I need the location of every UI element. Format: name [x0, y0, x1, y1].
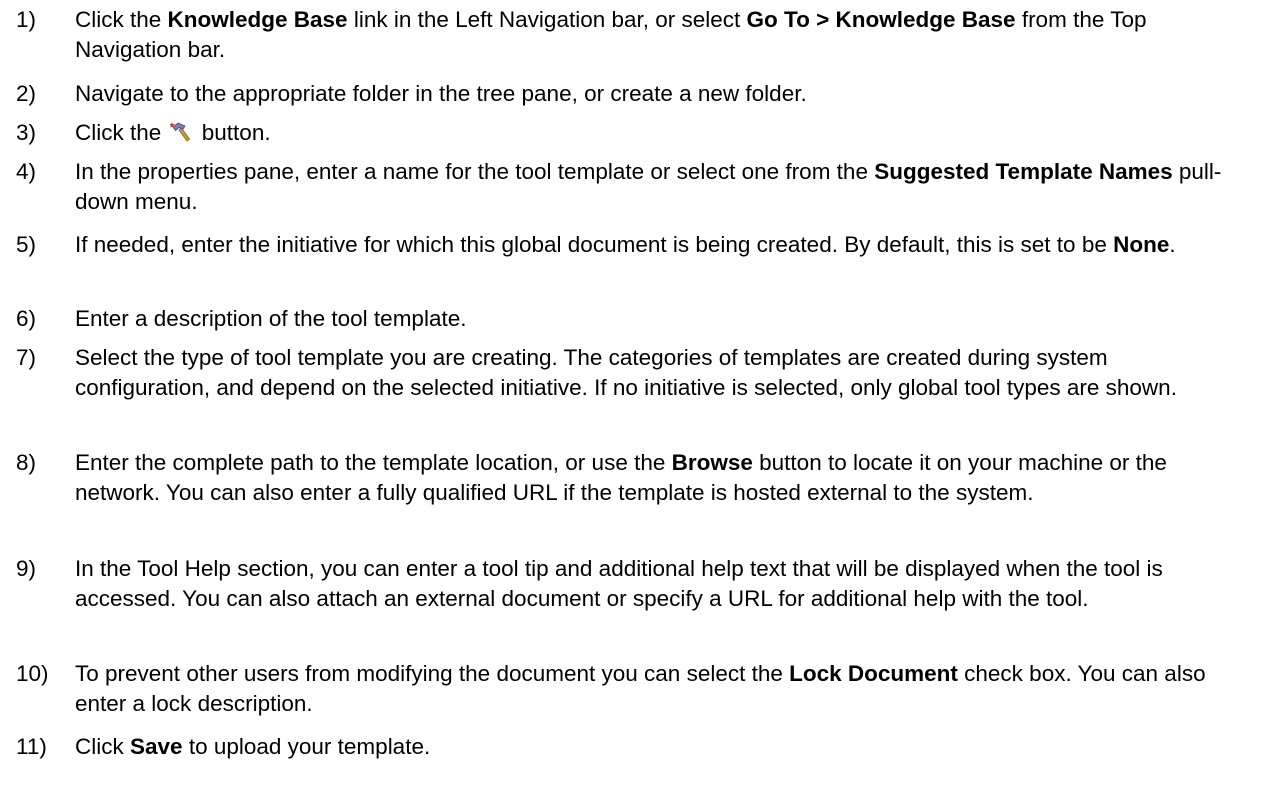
step-number: 10): [16, 661, 49, 686]
step-text: Click Save to upload your template.: [75, 732, 1245, 762]
step-number: 4): [16, 159, 37, 184]
step-text-part: Click the: [75, 7, 168, 32]
step-text-part: If needed, enter the initiative for whic…: [75, 232, 1114, 257]
step-number: 5): [16, 232, 37, 257]
step-text-part: Enter the complete path to the template …: [75, 450, 672, 475]
step-text-part: To prevent other users from modifying th…: [75, 661, 790, 686]
step-text: Click the button.: [75, 118, 1245, 148]
step-text: Navigate to the appropriate folder in th…: [75, 79, 1245, 109]
step-text: If needed, enter the initiative for whic…: [75, 230, 1245, 260]
step-text-part: button.: [195, 120, 271, 145]
hammer-handle: [177, 127, 190, 142]
step-number: 3): [16, 120, 37, 145]
step-number: 8): [16, 450, 37, 475]
step-text-part: Select the type of tool template you are…: [75, 345, 1177, 400]
step-text: Enter a description of the tool template…: [75, 304, 1245, 334]
step-text: Select the type of tool template you are…: [75, 343, 1245, 403]
step-text-part: Navigate to the appropriate folder in th…: [75, 81, 807, 106]
step-text-bold: Save: [130, 734, 183, 759]
step-text-part: to upload your template.: [182, 734, 431, 759]
step-number: 7): [16, 345, 37, 370]
step-number: 2): [16, 81, 37, 106]
step-text-bold: Go To > Knowledge Base: [746, 7, 1016, 32]
instruction-list: 1) Click the Knowledge Base link in the …: [0, 0, 1263, 792]
step-text-bold: Knowledge Base: [167, 7, 348, 32]
step-number: 11): [16, 734, 47, 759]
step-text-part: In the properties pane, enter a name for…: [75, 159, 875, 184]
step-text-bold: Browse: [671, 450, 753, 475]
step-text: Enter the complete path to the template …: [75, 448, 1245, 508]
step-number: 6): [16, 306, 37, 331]
step-text-part: In the Tool Help section, you can enter …: [75, 556, 1163, 611]
step-text-bold: Suggested Template Names: [874, 159, 1173, 184]
step-text-bold: None: [1113, 232, 1170, 257]
step-text: In the Tool Help section, you can enter …: [75, 554, 1245, 614]
step-text-part: Enter a description of the tool template…: [75, 306, 467, 331]
step-number: 1): [16, 7, 37, 32]
step-text: In the properties pane, enter a name for…: [75, 157, 1245, 217]
step-text-part: Click the: [75, 120, 168, 145]
hammer-icon: [168, 121, 194, 143]
step-text-part: Click: [75, 734, 130, 759]
step-text: Click the Knowledge Base link in the Lef…: [75, 5, 1245, 65]
hammer-head: [171, 122, 186, 132]
step-text-part: .: [1169, 232, 1176, 257]
step-text-bold: Lock Document: [789, 661, 958, 686]
step-number: 9): [16, 556, 37, 581]
step-text: To prevent other users from modifying th…: [75, 659, 1245, 719]
step-text-part: link in the Left Navigation bar, or sele…: [347, 7, 747, 32]
